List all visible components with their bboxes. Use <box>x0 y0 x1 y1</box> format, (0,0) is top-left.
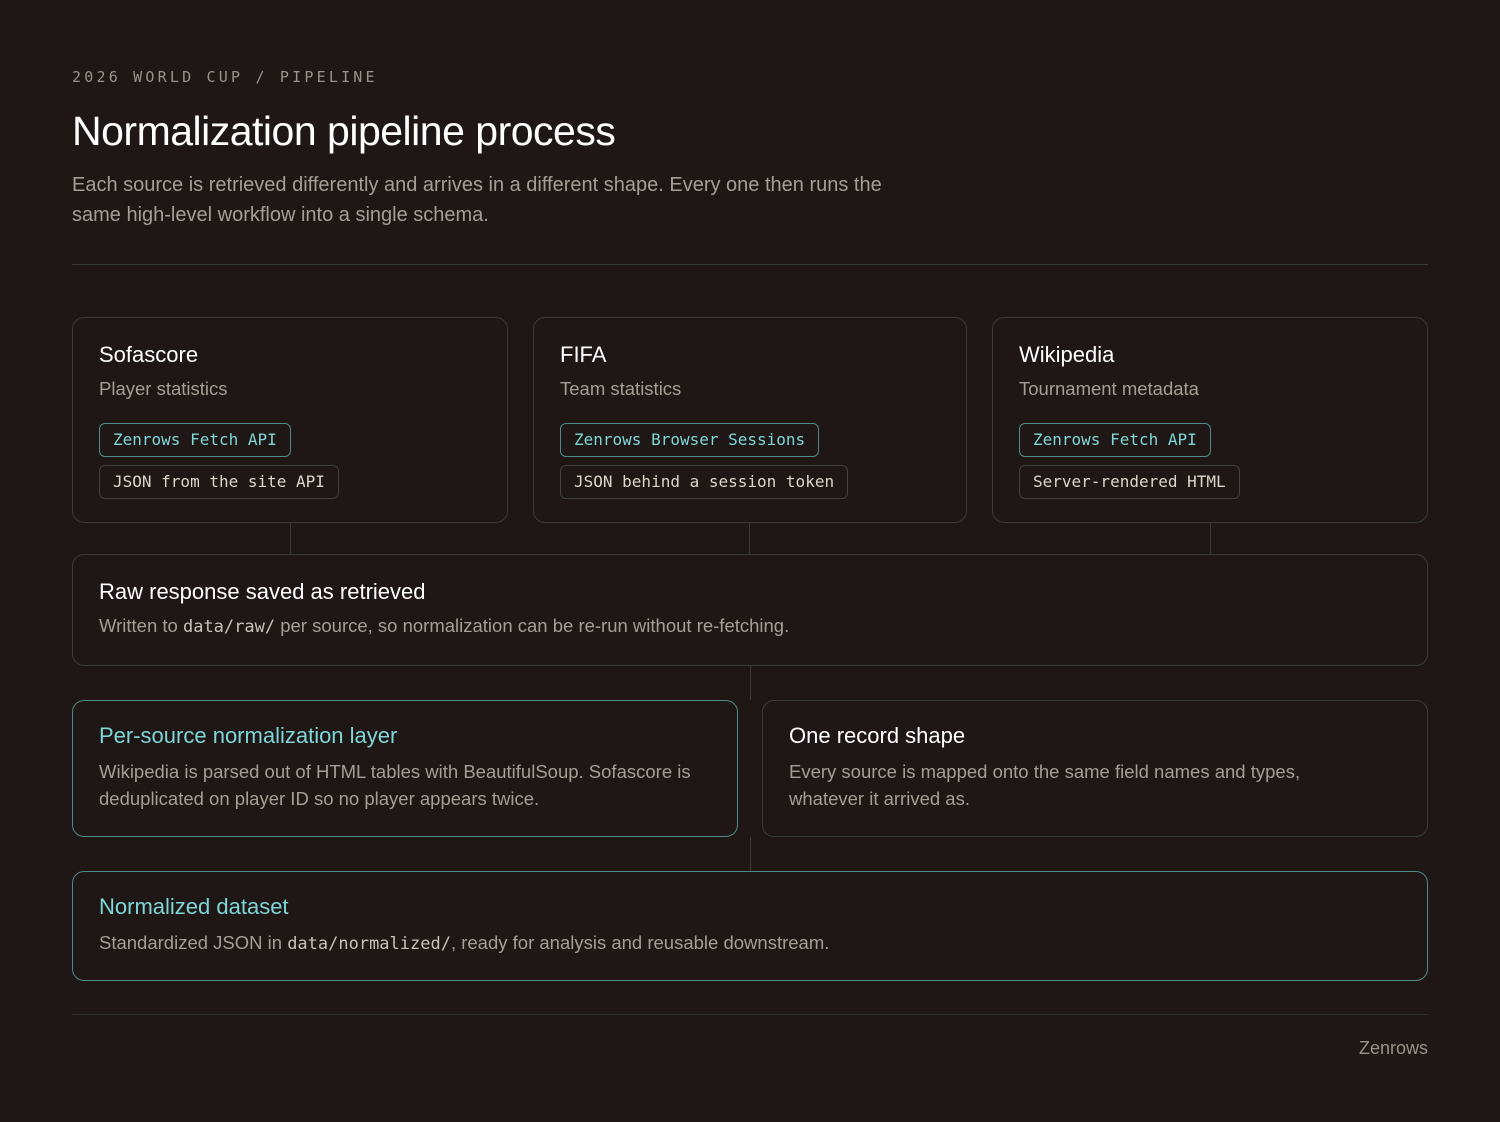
connector-line <box>750 666 751 700</box>
normalization-layer-card: Per-source normalization layer Wikipedia… <box>72 700 738 837</box>
source-card-sofascore: Sofascore Player statistics Zenrows Fetc… <box>72 317 508 523</box>
step-title: One record shape <box>789 723 966 748</box>
connector-line <box>1210 523 1211 554</box>
step-description: Written to data/raw/ per source, so norm… <box>99 615 790 637</box>
bottom-divider <box>72 1014 1428 1015</box>
retrieval-method-tag: Zenrows Fetch API <box>1019 423 1211 457</box>
raw-response-card: Raw response saved as retrieved Written … <box>72 554 1428 666</box>
source-card-fifa: FIFA Team statistics Zenrows Browser Ses… <box>533 317 967 523</box>
top-divider <box>72 264 1428 265</box>
footer-brand: Zenrows <box>1358 1038 1428 1058</box>
source-card-wikipedia: Wikipedia Tournament metadata Zenrows Fe… <box>992 317 1428 523</box>
step-title: Normalized dataset <box>99 894 289 919</box>
source-name: Wikipedia <box>1019 342 1115 367</box>
source-description: Team statistics <box>560 378 682 399</box>
connector-line <box>749 523 750 554</box>
data-format-tag: JSON from the site API <box>99 465 339 499</box>
retrieval-method-tag: Zenrows Fetch API <box>99 423 291 457</box>
step-description: Every source is mapped onto the same fie… <box>789 761 1301 809</box>
step-description: Standardized JSON in data/normalized/, r… <box>99 932 830 954</box>
data-format-tag: Server-rendered HTML <box>1019 465 1240 499</box>
data-format-tag: JSON behind a session token <box>560 465 849 499</box>
connector-line <box>290 523 291 554</box>
normalized-dataset-card: Normalized dataset Standardized JSON in … <box>72 871 1428 981</box>
connector-line <box>750 837 751 871</box>
step-description: Wikipedia is parsed out of HTML tables w… <box>99 761 691 809</box>
source-description: Player statistics <box>99 378 228 399</box>
retrieval-method-tag: Zenrows Browser Sessions <box>560 423 820 457</box>
page-title: Normalization pipeline process <box>72 108 616 154</box>
source-description: Tournament metadata <box>1019 378 1199 399</box>
step-title: Raw response saved as retrieved <box>99 579 426 604</box>
normalized-path: data/normalized/ <box>287 934 451 954</box>
record-shape-card: One record shape Every source is mapped … <box>762 700 1428 837</box>
source-name: FIFA <box>560 342 607 367</box>
breadcrumb: 2026 WORLD CUP / PIPELINE <box>72 68 378 86</box>
step-title: Per-source normalization layer <box>99 723 398 748</box>
raw-path: data/raw/ <box>182 617 276 637</box>
source-name: Sofascore <box>99 342 199 367</box>
page-subtitle: Each source is retrieved differently and… <box>72 174 882 226</box>
